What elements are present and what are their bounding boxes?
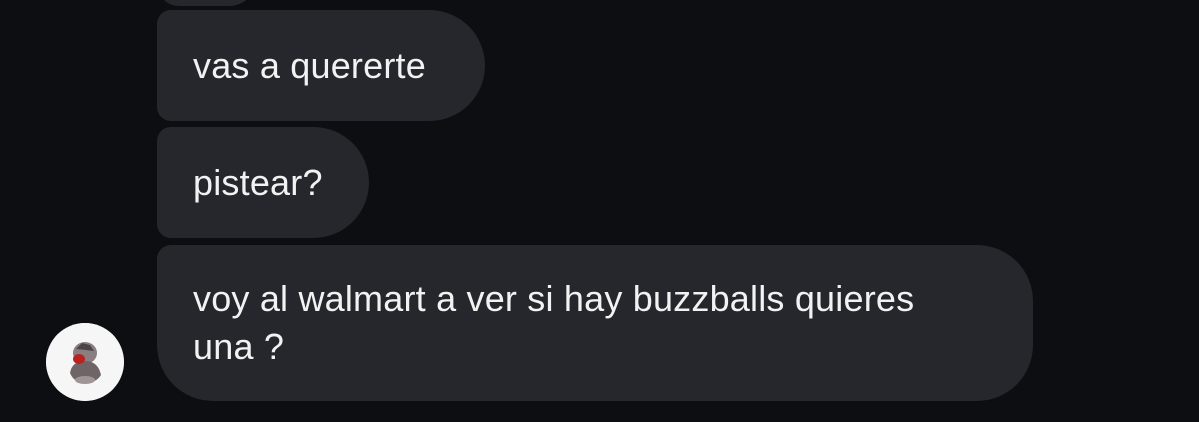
message-bubble[interactable]: pistear? [157,127,369,238]
message-text: pistear? [193,161,323,203]
message-bubble[interactable]: vas a quererte [157,10,485,121]
profile-avatar-icon [46,323,124,401]
message-text: vas a quererte [193,44,426,86]
message-thread: vas a quererte pistear? voy al walmart a… [0,0,1199,422]
message-text: voy al walmart a ver si hay buzzballs qu… [193,278,915,367]
message-bubble[interactable]: voy al walmart a ver si hay buzzballs qu… [157,245,1033,401]
previous-message-bubble[interactable] [157,0,257,6]
sender-avatar[interactable] [46,323,124,401]
